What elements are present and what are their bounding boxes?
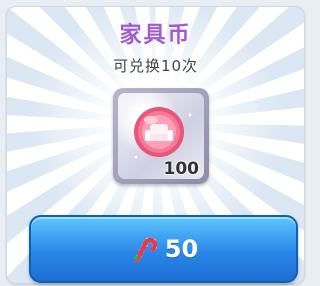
sofa-back: [150, 124, 168, 134]
item-slot[interactable]: 100: [113, 88, 209, 184]
item-title: 家具币: [119, 23, 192, 48]
sparkle-icon: [130, 107, 134, 111]
sofa-arm-right: [168, 130, 173, 141]
candy-cane-icon: [132, 237, 157, 263]
sparkle-icon: [188, 113, 192, 117]
exchange-card: 家具币 可兑换10次 100 50: [6, 6, 305, 284]
coin-shine: [144, 116, 158, 124]
item-quantity: 100: [163, 159, 200, 179]
sparkle-icon: [134, 155, 138, 159]
purchase-button[interactable]: 50: [29, 215, 298, 283]
redeem-limit: 可兑换10次: [112, 57, 199, 75]
item-slot-inner: 100: [118, 93, 204, 179]
sofa-arm-left: [145, 130, 150, 141]
price-label: 50: [164, 235, 199, 263]
